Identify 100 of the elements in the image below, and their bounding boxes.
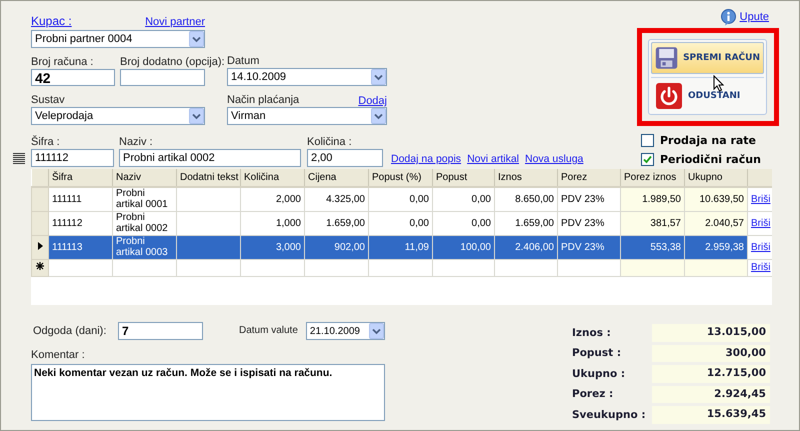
- table-cell: 1.659,00: [304, 211, 368, 235]
- system-select[interactable]: Veleprodaja: [31, 107, 205, 125]
- total-value: 12.715,00: [652, 365, 770, 382]
- field-label: Datum: [227, 54, 260, 68]
- field-label: Broj računa :: [31, 55, 94, 69]
- table-cell: 3,000: [240, 235, 304, 259]
- table-cell: [176, 235, 240, 259]
- table-cell: 10.639,50: [684, 187, 748, 211]
- table-cell: 2.406,00: [494, 235, 558, 259]
- table-cell: Probni artikal 0001: [112, 187, 176, 211]
- customer-select[interactable]: Probni partner 0004: [31, 30, 205, 48]
- column-header[interactable]: Cijena: [304, 169, 368, 187]
- column-header[interactable]: Porez: [558, 169, 620, 187]
- table-cell: Probni artikal 0002: [112, 211, 176, 235]
- delay-field[interactable]: 7: [118, 322, 203, 340]
- table-cell: [112, 259, 176, 276]
- table-cell: PDV 23%: [558, 187, 620, 211]
- table-cell: [432, 259, 494, 276]
- mouse-cursor-icon: [713, 75, 724, 92]
- action-link[interactable]: Nova usluga: [525, 153, 584, 165]
- table-cell: [176, 187, 240, 211]
- table-cell: 4.325,00: [304, 187, 368, 211]
- asterisk-icon: [36, 262, 44, 270]
- date-select[interactable]: 14.10.2009: [227, 68, 387, 86]
- table-cell: [304, 259, 368, 276]
- table-cell: Probni artikal 0003: [112, 235, 176, 259]
- due-date-select[interactable]: 21.10.2009: [306, 322, 385, 340]
- cancel-button[interactable]: ODUSTANI: [651, 80, 764, 112]
- table-cell: 553,38: [620, 235, 684, 259]
- list-icon[interactable]: [13, 153, 25, 164]
- entry-field[interactable]: 2,00: [307, 149, 383, 167]
- power-icon: [655, 82, 683, 110]
- field-label: Broj dodatno (opcija):: [120, 55, 226, 69]
- table-cell: 2,000: [240, 187, 304, 211]
- column-header[interactable]: Dodatni tekst: [176, 169, 240, 187]
- table-cell: [176, 211, 240, 235]
- table-cell: 1.989,50: [620, 187, 684, 211]
- table-cell: 2.040,57: [684, 211, 748, 235]
- field-label: Šifra :: [31, 135, 61, 149]
- field-label: Datum valute: [238, 324, 298, 338]
- payment-select[interactable]: Virman: [227, 107, 387, 125]
- field-label: Sustav: [31, 93, 66, 107]
- entry-field[interactable]: 111112: [31, 149, 114, 167]
- table-cell: 2.959,38: [684, 235, 748, 259]
- column-header[interactable]: Šifra: [48, 169, 112, 187]
- table-cell: 381,57: [620, 211, 684, 235]
- table-cell: 0,00: [432, 211, 494, 235]
- table-cell: 1,000: [240, 211, 304, 235]
- checkbox[interactable]: [641, 153, 654, 166]
- help-link[interactable]: Upute: [740, 11, 769, 23]
- total-value: 13.015,00: [652, 324, 770, 342]
- entry-field[interactable]: Probni artikal 0002: [119, 149, 301, 167]
- column-header[interactable]: Naziv: [112, 169, 176, 187]
- row-header[interactable]: [32, 235, 48, 259]
- table-cell: [176, 259, 240, 276]
- row-header[interactable]: [32, 259, 48, 276]
- checkbox[interactable]: [641, 134, 654, 147]
- table-cell: PDV 23%: [558, 211, 620, 235]
- column-header[interactable]: Količina: [240, 169, 304, 187]
- column-header[interactable]: Iznos: [494, 169, 558, 187]
- field-label: Komentar :: [31, 348, 86, 362]
- comment-field[interactable]: Neki komentar vezan uz račun. Može se i ispisati na računu.: [31, 364, 385, 421]
- table-cell: PDV 23%: [558, 235, 620, 259]
- table-cell: 1.659,00: [494, 211, 558, 235]
- total-label: Popust :: [572, 347, 622, 360]
- field-label: Naziv :: [119, 135, 154, 149]
- table-cell: 11,09: [368, 235, 432, 259]
- new-partner-link[interactable]: Novi partner: [145, 16, 205, 28]
- action-link[interactable]: Novi artikal: [467, 153, 519, 165]
- checkbox-label: Periodični račun: [660, 153, 761, 166]
- table-cell: [240, 259, 304, 276]
- table-cell: 0,00: [432, 187, 494, 211]
- extra-number-field[interactable]: [120, 69, 205, 86]
- table-cell: 100,00: [432, 235, 494, 259]
- current-row-icon: [38, 242, 42, 250]
- info-icon[interactable]: [720, 8, 737, 26]
- table-cell: 111111: [48, 187, 112, 211]
- total-label: Porez :: [572, 388, 614, 400]
- table-cell: [494, 259, 558, 276]
- column-header[interactable]: Popust (%): [368, 169, 432, 187]
- table-cell: [368, 259, 432, 276]
- total-value: 300,00: [652, 344, 770, 362]
- column-header[interactable]: Ukupno: [684, 169, 748, 187]
- invoice-number-field[interactable]: 42: [31, 69, 115, 86]
- table-cell: 111113: [48, 235, 112, 259]
- total-label: Iznos :: [572, 326, 612, 339]
- field-label: Odgoda (dani):: [32, 324, 108, 338]
- table-cell: 0,00: [368, 187, 432, 211]
- action-link[interactable]: Dodaj na popis: [391, 153, 462, 165]
- customer-link[interactable]: Kupac :: [31, 14, 72, 28]
- field-label: Način plaćanja: [227, 93, 300, 107]
- table-cell: [620, 259, 684, 276]
- check-icon: [643, 155, 652, 164]
- column-header[interactable]: Popust: [432, 169, 494, 187]
- table-cell: 902,00: [304, 235, 368, 259]
- column-header[interactable]: Porez iznos: [620, 169, 684, 187]
- save-button[interactable]: SPREMI RAČUN: [651, 42, 764, 74]
- checkbox-label: Prodaja na rate: [660, 134, 756, 147]
- total-label: Ukupno :: [572, 368, 626, 380]
- add-link[interactable]: Dodaj: [358, 95, 387, 107]
